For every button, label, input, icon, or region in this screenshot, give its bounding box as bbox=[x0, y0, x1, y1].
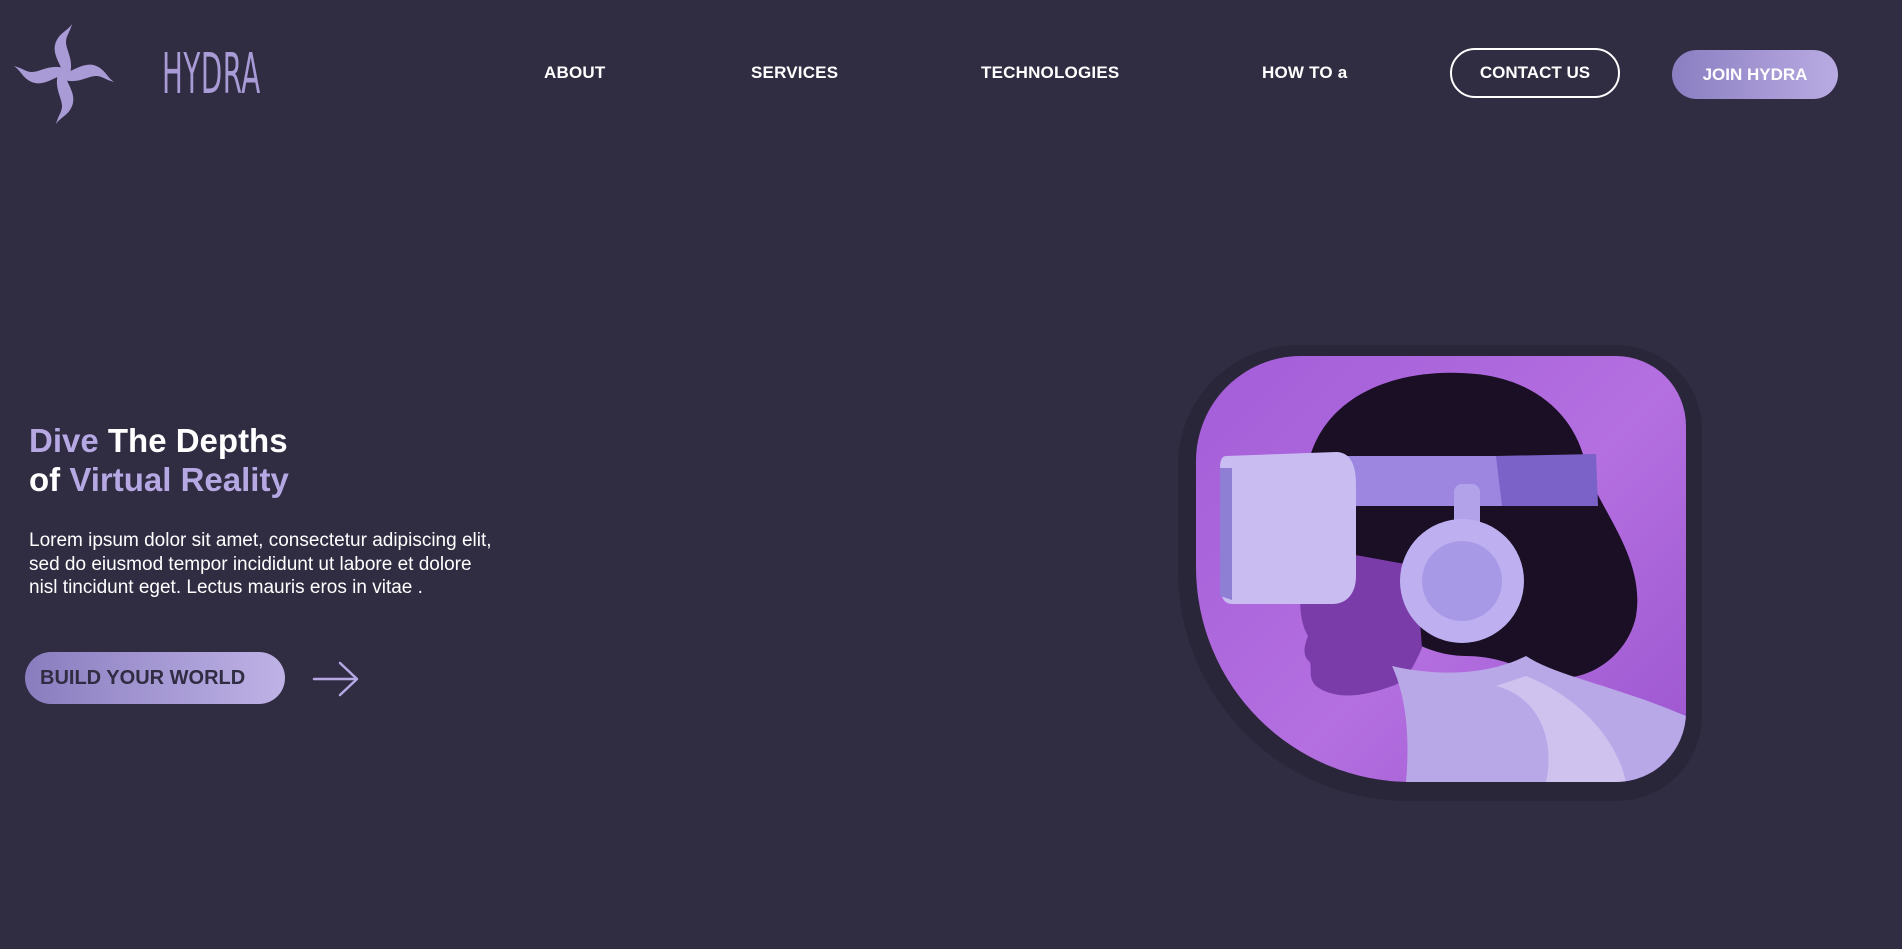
hydra-logo-icon[interactable] bbox=[10, 20, 118, 128]
nav-about[interactable]: ABOUT bbox=[544, 63, 605, 83]
hero-title: Dive The Depths of Virtual Reality bbox=[29, 421, 289, 499]
hero-title-word-dive: Dive bbox=[29, 422, 99, 459]
contact-us-button[interactable]: CONTACT US bbox=[1450, 48, 1620, 98]
nav-technologies[interactable]: TECHNOLOGIES bbox=[981, 63, 1119, 83]
nav-services[interactable]: SERVICES bbox=[751, 63, 838, 83]
hero-title-word-vr: Virtual Reality bbox=[69, 461, 289, 498]
hero-description-line-2: sed do eiusmod tempor incididunt ut labo… bbox=[29, 553, 472, 575]
hero-title-word-depths: The Depths bbox=[98, 422, 288, 459]
hero-description-line-3: nisl tincidunt eget. Lectus mauris eros … bbox=[29, 577, 423, 598]
hero-description-line-1: Lorem ipsum dolor sit amet, consectetur … bbox=[29, 530, 492, 551]
brand-name[interactable]: HYDRA bbox=[162, 45, 261, 105]
hero-description: Lorem ipsum dolor sit amet, consectetur … bbox=[29, 529, 589, 600]
build-your-world-button[interactable]: BUILD YOUR WORLD bbox=[25, 652, 285, 704]
nav-how-to[interactable]: HOW TO a bbox=[1262, 63, 1347, 83]
join-hydra-button[interactable]: JOIN HYDRA bbox=[1672, 50, 1838, 99]
arrow-right-icon[interactable] bbox=[312, 660, 360, 698]
hero-vr-image bbox=[1196, 356, 1686, 782]
hero-title-word-of: of bbox=[29, 461, 61, 498]
